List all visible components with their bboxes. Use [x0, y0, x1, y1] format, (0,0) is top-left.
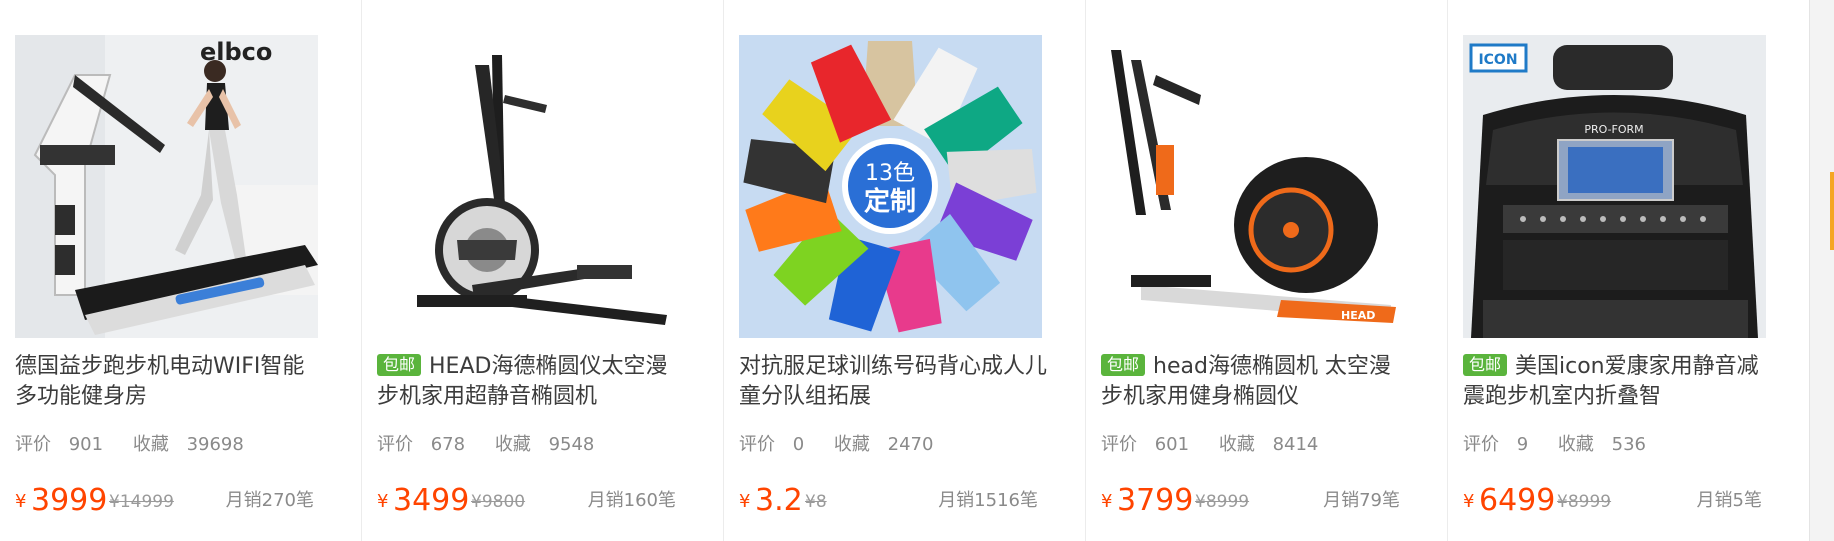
- scroll-indicator[interactable]: [1830, 172, 1834, 250]
- product-card[interactable]: 包邮 HEAD海德椭圆仪太空漫步机家用超静音椭圆机 评价 678 收藏 9548 …: [362, 0, 724, 541]
- product-image[interactable]: HEAD: [1101, 35, 1404, 338]
- reviews-count: 评价 9: [1463, 434, 1529, 455]
- svg-text:elbco: elbco: [200, 38, 272, 66]
- reviews-count: 评价 901: [15, 434, 104, 455]
- price: 3499: [393, 483, 470, 518]
- treadmill-icon: elbco: [15, 35, 318, 338]
- product-card[interactable]: HEAD 包邮 head海德椭圆机 太空漫步机家用健身椭圆仪 评价 601 收藏 …: [1086, 0, 1448, 541]
- product-title[interactable]: 对抗服足球训练号码背心成人儿童分队组拓展: [739, 352, 1049, 412]
- product-title-text[interactable]: 美国icon爱康家用静音减震跑步机室内折叠智: [1463, 354, 1759, 409]
- product-card[interactable]: elbco 德国益步跑步机电动WIFI智能多功能健身房 评价 901 收藏 39…: [0, 0, 362, 541]
- favorites-count: 收藏 8414: [1218, 434, 1319, 455]
- elliptical-trainer-icon: [377, 35, 680, 338]
- image-brand-text: HEAD: [1341, 309, 1375, 322]
- product-stats: 评价 901 收藏 39698: [15, 430, 268, 456]
- product-title[interactable]: 包邮 美国icon爱康家用静音减震跑步机室内折叠智: [1463, 352, 1773, 412]
- price: 6499: [1479, 483, 1556, 518]
- monthly-sales: 月销270笔: [225, 490, 314, 511]
- product-stats: 评价 678 收藏 9548: [377, 430, 618, 456]
- price: 3799: [1117, 483, 1194, 518]
- price-row: ¥ 3799 ¥8999 月销79笔: [1101, 478, 1400, 518]
- training-vest-icon: 13色 定制: [739, 35, 1042, 338]
- favorites-count: 收藏 2470: [833, 434, 934, 455]
- image-text-colors: 13色: [865, 161, 915, 186]
- favorites-count: 收藏 9548: [494, 434, 595, 455]
- monthly-sales: 月销1516笔: [938, 490, 1038, 511]
- price: 3.2: [755, 483, 803, 518]
- free-shipping-tag: 包邮: [377, 354, 422, 376]
- product-title[interactable]: 包邮 HEAD海德椭圆仪太空漫步机家用超静音椭圆机: [377, 352, 687, 412]
- product-stats: 评价 0 收藏 2470: [739, 430, 957, 456]
- price-row: ¥ 3.2 ¥8 月销1516笔: [739, 478, 1038, 518]
- product-image[interactable]: PRO-FORM ICON: [1463, 35, 1766, 338]
- product-title-text[interactable]: 对抗服足球训练号码背心成人儿童分队组拓展: [739, 354, 1047, 409]
- monthly-sales: 月销79笔: [1323, 490, 1400, 511]
- product-image[interactable]: 13色 定制: [739, 35, 1042, 338]
- free-shipping-tag: 包邮: [1101, 354, 1146, 376]
- currency-symbol: ¥: [1101, 491, 1113, 512]
- image-text-custom: 定制: [864, 186, 916, 217]
- product-stats: 评价 601 收藏 8414: [1101, 430, 1342, 456]
- currency-symbol: ¥: [15, 491, 27, 512]
- original-price: ¥8999: [1557, 492, 1612, 512]
- product-title[interactable]: 德国益步跑步机电动WIFI智能多功能健身房: [15, 352, 325, 412]
- elliptical-trainer-icon: HEAD: [1101, 35, 1404, 338]
- product-row: elbco 德国益步跑步机电动WIFI智能多功能健身房 评价 901 收藏 39…: [0, 0, 1810, 541]
- reviews-count: 评价 0: [739, 434, 805, 455]
- product-title-text[interactable]: 德国益步跑步机电动WIFI智能多功能健身房: [15, 354, 304, 409]
- icon-brand-logo: ICON: [1478, 52, 1517, 68]
- monthly-sales: 月销5笔: [1696, 490, 1762, 511]
- original-price: ¥8999: [1195, 492, 1250, 512]
- product-card[interactable]: PRO-FORM ICON 包邮美国icon爱康家用静音减震跑步机室内折叠智: [1448, 0, 1810, 541]
- original-price: ¥8: [805, 492, 827, 512]
- reviews-count: 评价 601: [1101, 434, 1190, 455]
- price-row: ¥ 6499 ¥8999 月销5笔: [1463, 478, 1762, 518]
- scroll-edge: [1810, 0, 1834, 541]
- treadmill-console-icon: PRO-FORM ICON: [1463, 35, 1766, 338]
- original-price: ¥9800: [471, 492, 526, 512]
- price: 3999: [31, 483, 108, 518]
- product-image[interactable]: [377, 35, 680, 338]
- currency-symbol: ¥: [739, 491, 751, 512]
- original-price: ¥14999: [109, 492, 174, 512]
- currency-symbol: ¥: [1463, 491, 1475, 512]
- free-shipping-tag: 包邮: [1463, 354, 1508, 376]
- favorites-count: 收藏 39698: [132, 434, 244, 455]
- product-card[interactable]: 13色 定制 对抗服足球训练号码背心成人儿童分队组拓展 评价 0 收藏 2470…: [724, 0, 1086, 541]
- console-brand-text: PRO-FORM: [1584, 123, 1643, 136]
- reviews-count: 评价 678: [377, 434, 466, 455]
- currency-symbol: ¥: [377, 491, 389, 512]
- favorites-count: 收藏 536: [1557, 434, 1647, 455]
- product-stats: 评价 9 收藏 536: [1463, 430, 1670, 456]
- product-title[interactable]: 包邮 head海德椭圆机 太空漫步机家用健身椭圆仪: [1101, 352, 1411, 412]
- price-row: ¥ 3499 ¥9800 月销160笔: [377, 478, 676, 518]
- price-row: ¥ 3999 ¥14999 月销270笔: [15, 478, 314, 518]
- product-image[interactable]: elbco: [15, 35, 318, 338]
- monthly-sales: 月销160笔: [587, 490, 676, 511]
